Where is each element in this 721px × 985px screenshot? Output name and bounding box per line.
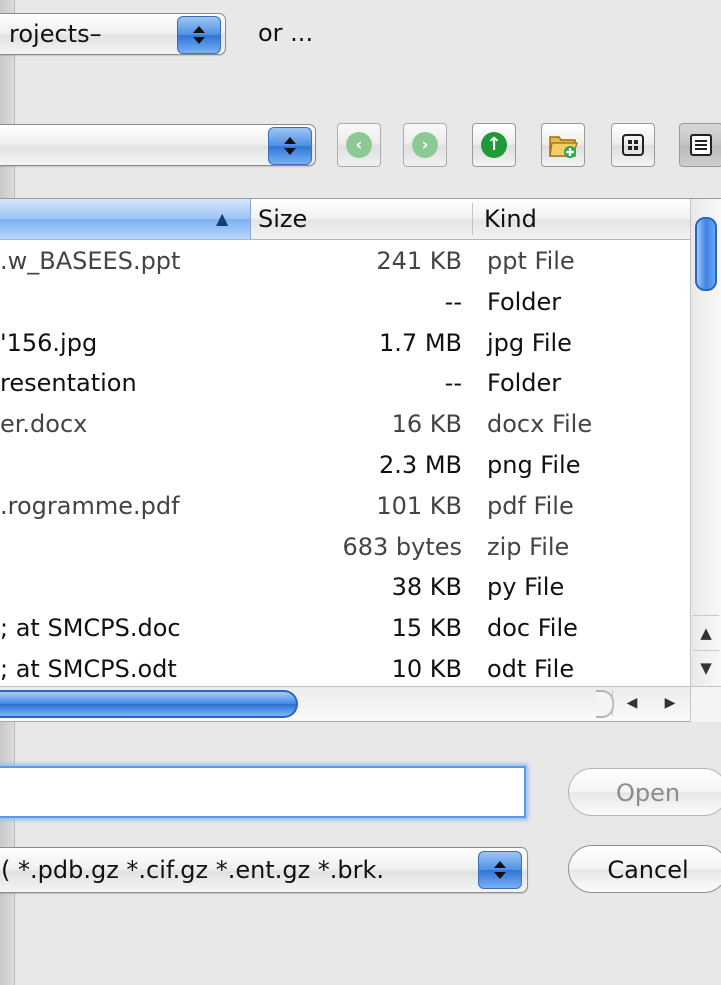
column-divider — [472, 203, 473, 235]
popup-stepper-icon — [478, 851, 522, 889]
table-row[interactable]: 2.3 MB png File — [0, 445, 690, 486]
vertical-scrollbar[interactable]: ▲ ▼ — [690, 199, 721, 687]
open-file-dialog: rojects– or ... ‹ › ↑ ▲ Size Kind .w_BAS… — [0, 0, 721, 985]
file-size: 15 KB — [391, 614, 462, 643]
horizontal-scrollbar[interactable]: ◀ ▶ — [0, 686, 721, 722]
scroll-right-arrow-icon[interactable]: ▶ — [665, 695, 676, 711]
table-row[interactable]: ; at SMCPS.doc 15 KB doc File — [0, 608, 690, 649]
file-format-label: ( *.pdb.gz *.cif.gz *.ent.gz *.brk. — [1, 856, 385, 884]
open-button[interactable]: Open — [568, 768, 721, 816]
path-popup[interactable] — [0, 124, 316, 166]
up-arrow-icon: ↑ — [481, 132, 507, 158]
file-kind: docx File — [487, 410, 593, 439]
cancel-button[interactable]: Cancel — [568, 845, 721, 893]
file-size: 16 KB — [391, 410, 462, 439]
file-size: -- — [444, 287, 462, 316]
filename-input[interactable] — [0, 766, 526, 818]
file-kind: jpg File — [487, 328, 572, 357]
forward-arrow-icon: › — [412, 132, 438, 158]
file-size: 38 KB — [391, 573, 462, 602]
scroll-left-arrow-icon[interactable]: ◀ — [627, 695, 638, 711]
file-kind: png File — [487, 451, 581, 479]
file-size: 1.7 MB — [379, 328, 462, 357]
back-button[interactable]: ‹ — [337, 123, 381, 167]
popup-stepper-icon — [268, 127, 312, 165]
column-header-size[interactable]: Size — [258, 199, 307, 239]
new-folder-button[interactable] — [541, 123, 585, 167]
scroll-up-arrow-icon[interactable]: ▲ — [693, 615, 719, 650]
table-row[interactable]: 38 KB py File — [0, 567, 690, 608]
forward-button[interactable]: › — [403, 123, 447, 167]
file-kind: pdf File — [487, 491, 574, 520]
column-header-kind[interactable]: Kind — [484, 199, 537, 239]
file-size: 10 KB — [391, 655, 462, 683]
sort-ascending-icon: ▲ — [216, 209, 229, 228]
file-kind: doc File — [487, 614, 578, 643]
file-kind: Folder — [487, 287, 562, 316]
file-size: -- — [444, 369, 462, 398]
table-row[interactable]: -- Folder — [0, 282, 690, 323]
popup-stepper-icon — [177, 16, 221, 54]
file-name: er.docx — [0, 410, 88, 439]
vertical-scroll-thumb[interactable] — [695, 217, 717, 291]
file-name: ; at SMCPS.doc — [0, 614, 181, 643]
column-header-name[interactable]: ▲ — [0, 199, 251, 239]
file-kind: py File — [487, 573, 565, 602]
horizontal-scroll-arrows: ◀ ▶ — [612, 690, 689, 716]
file-name: .rogramme.pdf — [0, 491, 180, 520]
list-view-icon — [690, 134, 712, 156]
horizontal-scroll-thumb[interactable] — [0, 690, 298, 718]
up-button[interactable]: ↑ — [472, 123, 516, 167]
or-label: or ... — [258, 19, 314, 47]
scrollbar-corner — [690, 686, 721, 722]
file-format-popup[interactable]: ( *.pdb.gz *.cif.gz *.ent.gz *.brk. — [0, 847, 528, 893]
back-arrow-icon: ‹ — [346, 132, 372, 158]
file-size: 683 bytes — [342, 532, 462, 561]
icon-view-button[interactable] — [611, 123, 655, 167]
file-browser-table: ▲ Size Kind .w_BASEES.ppt 241 KB ppt Fil… — [0, 198, 721, 687]
file-name: .w_BASEES.ppt — [0, 247, 181, 275]
location-popup[interactable]: rojects– — [0, 13, 226, 55]
file-name: resentation — [0, 369, 137, 398]
file-kind: ppt File — [487, 247, 575, 275]
table-row[interactable]: .rogramme.pdf 101 KB pdf File — [0, 486, 690, 527]
table-header: ▲ Size Kind — [0, 199, 690, 240]
file-size: 101 KB — [376, 491, 462, 520]
table-row[interactable]: resentation -- Folder — [0, 363, 690, 404]
file-kind: odt File — [487, 655, 575, 683]
table-row[interactable]: 683 bytes zip File — [0, 527, 690, 568]
scroll-down-arrow-icon[interactable]: ▼ — [693, 650, 719, 685]
location-popup-label: rojects– — [9, 20, 102, 48]
table-row[interactable]: '156.jpg 1.7 MB jpg File — [0, 323, 690, 364]
table-row[interactable]: .w_BASEES.ppt 241 KB ppt File — [0, 241, 690, 282]
file-name: ; at SMCPS.odt — [0, 655, 177, 683]
list-view-button[interactable] — [679, 123, 721, 167]
file-kind: Folder — [487, 369, 562, 398]
new-folder-icon — [549, 136, 578, 158]
file-size: 241 KB — [376, 247, 462, 275]
icon-view-icon — [622, 134, 644, 156]
file-name: '156.jpg — [0, 328, 98, 357]
file-kind: zip File — [487, 532, 570, 561]
file-size: 2.3 MB — [379, 451, 462, 479]
table-row[interactable]: ; at SMCPS.odt 10 KB odt File — [0, 649, 690, 690]
table-row[interactable]: er.docx 16 KB docx File — [0, 404, 690, 445]
